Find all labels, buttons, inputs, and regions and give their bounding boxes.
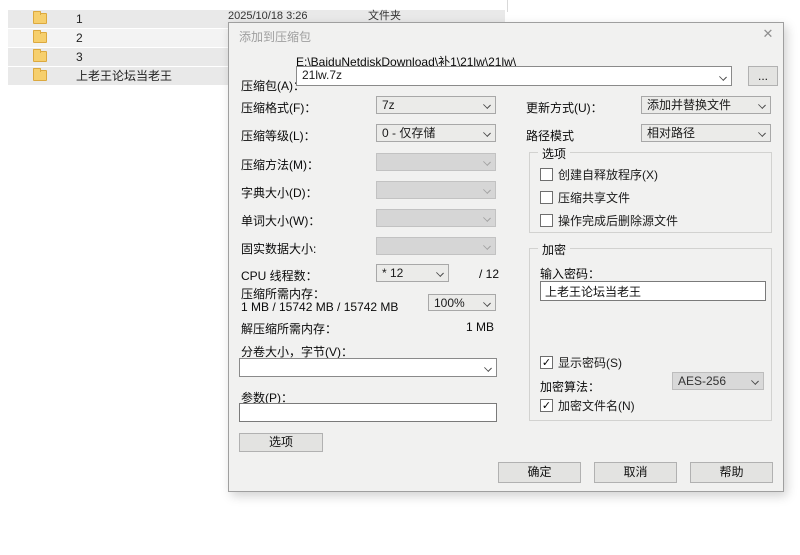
encrypt-names-label: 加密文件名(N) <box>558 399 635 413</box>
options-group: 选项 创建自释放程序(X) 压缩共享文件 操作完成后删除源文件 <box>529 152 772 233</box>
cpu-threads-label: CPU 线程数： <box>241 267 318 284</box>
checkbox-icon[interactable] <box>540 214 553 227</box>
file-name: 上老王论坛当老王 <box>76 69 172 83</box>
format-label: 压缩格式(F)： <box>241 99 316 116</box>
method-label: 压缩方法(M)： <box>241 156 319 173</box>
create-sfx-label: 创建自释放程序(X) <box>558 168 658 182</box>
close-icon[interactable]: ✕ <box>759 26 777 42</box>
add-to-archive-dialog: 添加到压缩包 ✕ 压缩包(A)： E:\BaiduNetdiskDownload… <box>228 22 784 492</box>
chevron-down-icon <box>758 101 766 109</box>
password-label: 输入密码： <box>540 265 600 282</box>
checkbox-icon[interactable] <box>540 168 553 181</box>
chevron-down-icon <box>483 101 491 109</box>
update-mode-label: 更新方式(U)： <box>526 99 603 116</box>
shared-files-checkbox-row[interactable]: 压缩共享文件 <box>540 191 760 205</box>
dialog-titlebar[interactable]: 添加到压缩包 ✕ <box>229 23 783 45</box>
chevron-down-icon <box>758 129 766 137</box>
options-button[interactable]: 选项 <box>239 433 323 452</box>
word-size-combobox <box>376 209 496 227</box>
cpu-threads-combobox[interactable]: * 12 <box>376 264 449 282</box>
path-mode-label: 路径模式 <box>526 127 574 144</box>
level-value: 0 - 仅存储 <box>382 126 435 140</box>
method-combobox <box>376 153 496 171</box>
word-size-label: 单词大小(W)： <box>241 212 320 229</box>
memory-decompress-value: 1 MB <box>466 320 494 334</box>
chevron-down-icon <box>483 186 491 194</box>
cancel-button[interactable]: 取消 <box>594 462 677 483</box>
update-mode-value: 添加并替换文件 <box>647 98 731 112</box>
path-mode-combobox[interactable]: 相对路径 <box>641 124 771 142</box>
memory-percent-value: 100% <box>434 296 465 310</box>
dialog-title: 添加到压缩包 <box>239 28 311 45</box>
column-divider <box>507 0 508 12</box>
solid-block-combobox <box>376 237 496 255</box>
show-password-checkbox-row[interactable]: 显示密码(S) <box>540 356 740 370</box>
checkbox-icon[interactable] <box>540 191 553 204</box>
level-combobox[interactable]: 0 - 仅存储 <box>376 124 496 142</box>
folder-icon <box>33 32 47 43</box>
encryption-method-label: 加密算法： <box>540 378 600 395</box>
parameters-input[interactable] <box>239 403 497 422</box>
cpu-threads-max: / 12 <box>479 267 499 281</box>
encryption-group-title: 加密 <box>538 241 570 258</box>
browse-button[interactable]: ... <box>748 66 778 86</box>
delete-after-label: 操作完成后删除源文件 <box>558 214 678 228</box>
chevron-down-icon <box>436 269 444 277</box>
folder-icon <box>33 13 47 24</box>
file-name: 3 <box>76 50 83 64</box>
chevron-down-icon <box>483 214 491 222</box>
volume-size-combobox[interactable] <box>239 358 497 377</box>
folder-icon <box>33 51 47 62</box>
options-group-title: 选项 <box>538 145 570 162</box>
cpu-threads-value: * 12 <box>382 266 403 280</box>
memory-percent-combobox[interactable]: 100% <box>428 294 496 311</box>
file-name: 2 <box>76 31 83 45</box>
folder-icon <box>33 70 47 81</box>
chevron-down-icon <box>751 377 759 385</box>
delete-after-checkbox-row[interactable]: 操作完成后删除源文件 <box>540 214 760 228</box>
chevron-down-icon <box>483 299 491 307</box>
chevron-down-icon <box>484 364 492 372</box>
help-button[interactable]: 帮助 <box>690 462 773 483</box>
level-label: 压缩等级(L)： <box>241 127 316 144</box>
chevron-down-icon <box>719 73 727 81</box>
dictionary-combobox <box>376 181 496 199</box>
format-combobox[interactable]: 7z <box>376 96 496 114</box>
encrypt-names-checkbox-row[interactable]: 加密文件名(N) <box>540 399 740 413</box>
path-mode-value: 相对路径 <box>647 126 695 140</box>
create-sfx-checkbox-row[interactable]: 创建自释放程序(X) <box>540 168 760 182</box>
encryption-group: 加密 输入密码： 显示密码(S) 加密算法： AES-256 加密文件名(N) <box>529 248 772 421</box>
encryption-method-value: AES-256 <box>678 374 726 388</box>
file-name: 1 <box>76 12 83 26</box>
memory-decompress-label: 解压缩所需内存： <box>241 320 337 337</box>
ok-button[interactable]: 确定 <box>498 462 581 483</box>
password-input[interactable] <box>540 281 766 301</box>
archive-name-value: 21lw.7z <box>302 68 342 82</box>
shared-files-label: 压缩共享文件 <box>558 191 630 205</box>
encryption-method-combobox[interactable]: AES-256 <box>672 372 764 390</box>
chevron-down-icon <box>483 158 491 166</box>
memory-compress-detail: 1 MB / 15742 MB / 15742 MB <box>241 300 398 314</box>
update-mode-combobox[interactable]: 添加并替换文件 <box>641 96 771 114</box>
chevron-down-icon <box>483 129 491 137</box>
checkbox-icon[interactable] <box>540 399 553 412</box>
dictionary-label: 字典大小(D)： <box>241 184 318 201</box>
solid-block-label: 固实数据大小: <box>241 240 316 257</box>
show-password-label: 显示密码(S) <box>558 356 622 370</box>
archive-name-combobox[interactable]: 21lw.7z <box>296 66 732 86</box>
checkbox-icon[interactable] <box>540 356 553 369</box>
chevron-down-icon <box>483 242 491 250</box>
format-value: 7z <box>382 98 395 112</box>
